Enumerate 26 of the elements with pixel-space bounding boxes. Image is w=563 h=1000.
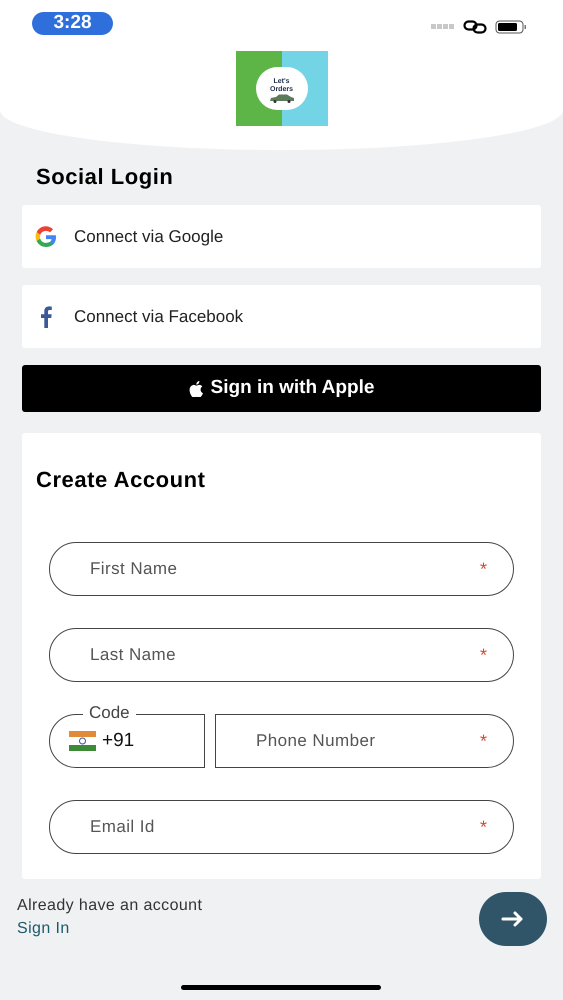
google-icon bbox=[33, 224, 59, 248]
input-field[interactable]: Email Id * bbox=[49, 800, 514, 854]
apple-icon bbox=[188, 380, 203, 396]
facebook-icon bbox=[40, 306, 52, 328]
account-prompt: Already have an account bbox=[17, 896, 202, 916]
arrow-right-icon bbox=[501, 911, 525, 927]
required-mark: * bbox=[480, 558, 487, 580]
sign-in-link[interactable]: Sign In bbox=[17, 917, 70, 941]
facebook-connect-button[interactable]: Connect via Facebook bbox=[22, 285, 541, 348]
battery-icon bbox=[495, 20, 527, 34]
car-icon bbox=[268, 94, 294, 103]
signal-icon bbox=[431, 24, 455, 29]
required-mark: * bbox=[480, 644, 487, 666]
input-field[interactable]: First Name * bbox=[49, 542, 514, 596]
required-mark: * bbox=[480, 730, 487, 752]
link-icon bbox=[463, 20, 487, 34]
next-button[interactable] bbox=[479, 892, 547, 946]
input-field[interactable]: Last Name * bbox=[49, 628, 514, 682]
section-title: Create Account bbox=[36, 466, 206, 494]
apple-sign-in-button[interactable]: Sign in with Apple bbox=[22, 365, 541, 412]
section-title: Social Login bbox=[35, 163, 174, 191]
required-mark: * bbox=[480, 816, 487, 838]
india-flag-icon bbox=[69, 731, 96, 751]
google-connect-button[interactable]: Connect via Google bbox=[22, 205, 541, 268]
phone-number-field[interactable]: Phone Number * bbox=[215, 714, 514, 768]
time-pill: 3:28 bbox=[32, 12, 113, 35]
